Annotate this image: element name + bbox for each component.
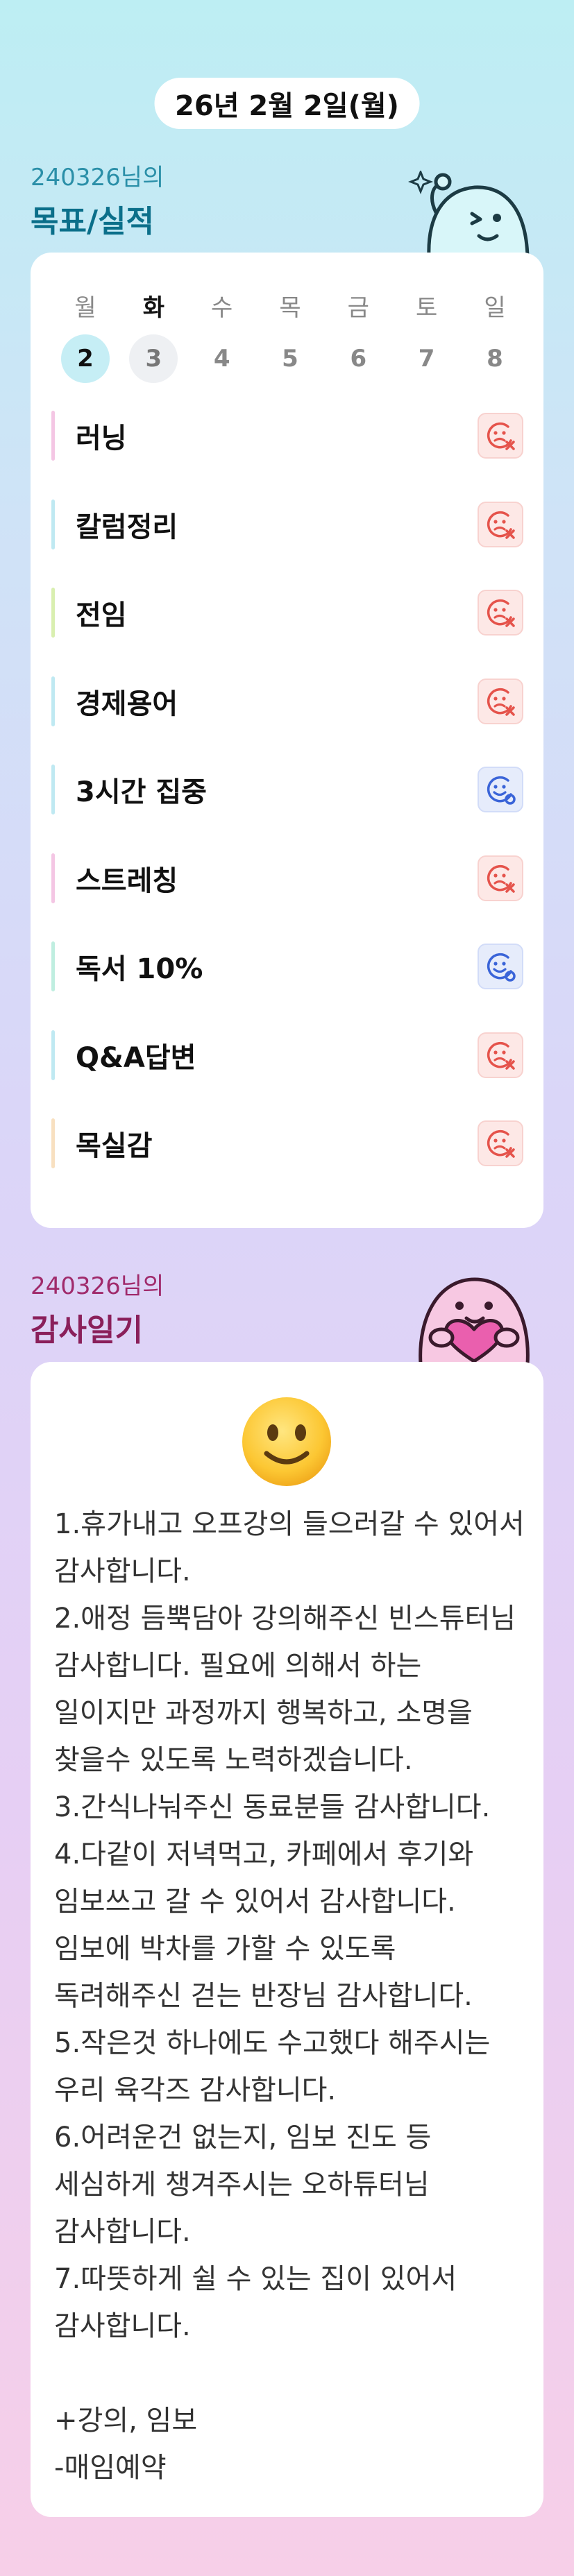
- goal-label: 경제용어: [76, 688, 178, 720]
- goal-color-bar: [51, 676, 55, 726]
- goal-color-bar: [51, 588, 55, 638]
- fail-face-icon[interactable]: [478, 1032, 523, 1078]
- goal-row[interactable]: 목실감: [51, 1117, 523, 1170]
- goals-card: 월2화3수4목5금6토7일8 러닝 칼럼정리 전임 경제용어 3시간 집중 스트레칭 독서 …: [31, 253, 543, 1228]
- heart-mascot-icon: [419, 1277, 530, 1364]
- day-name: 수: [211, 294, 233, 322]
- day-item[interactable]: 목5: [266, 289, 314, 383]
- goal-left: 전임: [51, 586, 127, 639]
- goal-color-bar: [51, 941, 55, 991]
- day-number: 6: [350, 345, 367, 373]
- goals-title: 목표/실적: [31, 204, 154, 239]
- goals-subtitle: 240326님의: [31, 164, 164, 191]
- goal-left: 스트레칭: [51, 852, 178, 905]
- day-name: 금: [347, 294, 369, 322]
- goal-left: 독서 10%: [51, 940, 203, 993]
- thanks-subtitle: 240326님의: [31, 1272, 164, 1300]
- ghost-mascot-icon: [408, 171, 530, 257]
- success-face-icon[interactable]: [478, 767, 523, 812]
- goal-row[interactable]: 전임: [51, 586, 523, 639]
- goal-row[interactable]: 3시간 집중: [51, 763, 523, 816]
- day-number: 8: [487, 345, 503, 373]
- goal-left: 경제용어: [51, 675, 178, 728]
- day-item[interactable]: 월2: [61, 289, 110, 383]
- goal-row[interactable]: 경제용어: [51, 675, 523, 728]
- goal-label: 스트레칭: [76, 864, 178, 897]
- goal-left: 3시간 집중: [51, 763, 207, 816]
- goal-left: 칼럼정리: [51, 498, 178, 551]
- day-number: 7: [418, 345, 435, 373]
- day-number: 5: [282, 345, 298, 373]
- goal-color-bar: [51, 1030, 55, 1080]
- week-selector: 월2화3수4목5금6토7일8: [61, 289, 519, 383]
- day-name: 화: [142, 294, 164, 322]
- date-pill[interactable]: 26년 2월 2일(월): [154, 78, 420, 129]
- goal-left: Q&A답변: [51, 1029, 196, 1082]
- fail-face-icon[interactable]: [478, 590, 523, 636]
- thanks-card: 1.휴가내고 오프강의 들으러갈 수 있어서 감사합니다. 2.애정 듬뿍담아 …: [31, 1362, 543, 2517]
- day-number: 3: [129, 334, 178, 383]
- goal-label: Q&A답변: [76, 1041, 196, 1074]
- thanks-title: 감사일기: [31, 1313, 143, 1348]
- goal-row[interactable]: 칼럼정리: [51, 498, 523, 551]
- goal-color-bar: [51, 853, 55, 903]
- goal-color-bar: [51, 499, 55, 549]
- day-name: 토: [416, 294, 438, 322]
- goal-left: 목실감: [51, 1117, 152, 1170]
- day-item[interactable]: 토7: [403, 289, 451, 383]
- success-face-icon[interactable]: [478, 944, 523, 989]
- day-item[interactable]: 화3: [129, 289, 178, 383]
- gratitude-journal-text: 1.휴가내고 오프강의 들으러갈 수 있어서 감사합니다. 2.애정 듬뿍담아 …: [54, 1508, 525, 2484]
- goal-label: 목실감: [76, 1130, 153, 1162]
- day-item[interactable]: 일8: [471, 289, 519, 383]
- goal-left: 러닝: [51, 409, 127, 462]
- goal-label: 독서 10%: [76, 953, 203, 985]
- date-label: 26년 2월 2일(월): [175, 90, 399, 122]
- slightly-smiling-face-icon: [242, 1397, 331, 1486]
- goal-row[interactable]: Q&A답변: [51, 1029, 523, 1082]
- goals-section-header: 240326님의 목표/실적: [31, 158, 164, 241]
- goal-label: 전임: [76, 599, 127, 631]
- goal-label: 러닝: [76, 423, 127, 454]
- goal-color-bar: [51, 1118, 55, 1168]
- day-name: 일: [484, 294, 506, 322]
- fail-face-icon[interactable]: [478, 413, 523, 459]
- goal-row[interactable]: 스트레칭: [51, 852, 523, 905]
- goal-row[interactable]: 독서 10%: [51, 940, 523, 993]
- goal-row[interactable]: 러닝: [51, 409, 523, 462]
- day-name: 월: [74, 294, 96, 322]
- thanks-section-header: 240326님의 감사일기: [31, 1267, 164, 1349]
- day-item[interactable]: 금6: [334, 289, 382, 383]
- fail-face-icon[interactable]: [478, 678, 523, 724]
- day-name: 목: [279, 294, 301, 322]
- fail-face-icon[interactable]: [478, 1120, 523, 1166]
- fail-face-icon[interactable]: [478, 501, 523, 547]
- goal-color-bar: [51, 765, 55, 814]
- day-number: 4: [213, 345, 230, 373]
- day-item[interactable]: 수4: [198, 289, 246, 383]
- day-number: 2: [61, 334, 110, 383]
- fail-face-icon[interactable]: [478, 855, 523, 901]
- goal-label: 칼럼정리: [76, 511, 178, 543]
- goal-color-bar: [51, 411, 55, 461]
- goal-label: 3시간 집중: [76, 776, 207, 808]
